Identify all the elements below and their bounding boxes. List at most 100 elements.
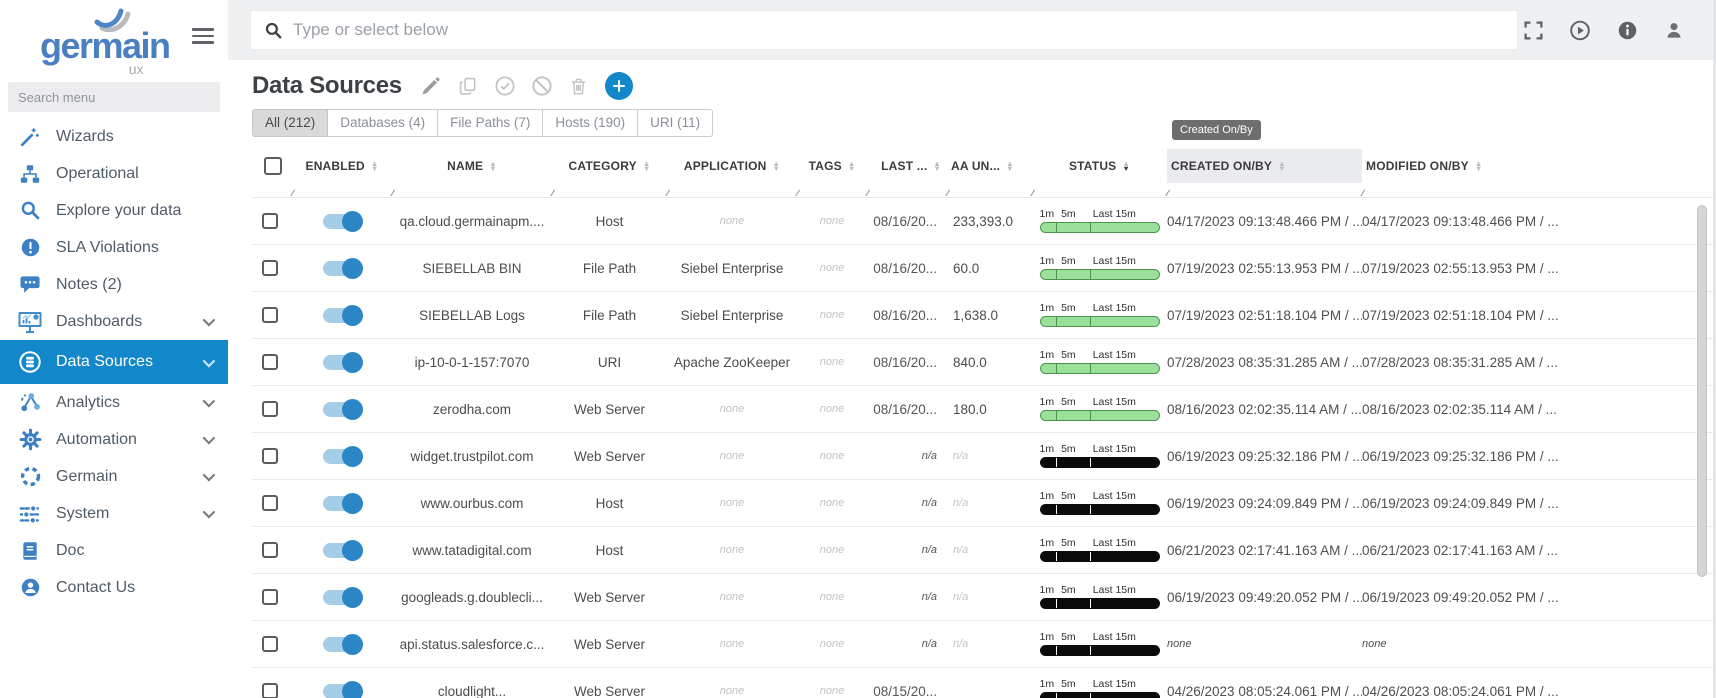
column-resize-handle[interactable]: ∕∕ — [552, 188, 555, 198]
column-header-enabled[interactable]: ENABLED▲▼ — [292, 149, 392, 183]
title-row: Data Sources — [228, 68, 1713, 104]
enabled-toggle[interactable] — [323, 261, 361, 276]
enabled-toggle[interactable] — [323, 684, 361, 698]
tags-cell: none — [797, 198, 867, 244]
hamburger-menu-icon[interactable] — [192, 24, 214, 48]
tab-uri-11[interactable]: URI (11) — [638, 109, 713, 137]
column-resize-handle[interactable]: ∕∕ — [292, 188, 295, 198]
tags-cell: none — [797, 386, 867, 432]
enabled-toggle[interactable] — [323, 590, 361, 605]
column-header-created-on-by[interactable]: CREATED ON/BY▲▼ — [1167, 149, 1362, 183]
column-resize-handle[interactable]: ∕∕ — [797, 188, 800, 198]
row-checkbox[interactable] — [262, 307, 278, 323]
name-cell: widget.trustpilot.com — [392, 433, 552, 479]
status-label-1m: 1m — [1040, 538, 1055, 549]
modified-cell: 06/19/2023 09:25:32.186 PM / ... — [1362, 433, 1713, 479]
sidebar-item-operational[interactable]: Operational — [0, 155, 228, 192]
enabled-toggle[interactable] — [323, 308, 361, 323]
user-icon[interactable] — [1663, 19, 1685, 41]
column-resize-handle[interactable]: ∕∕ — [1032, 188, 1035, 198]
application-cell: none — [667, 621, 797, 667]
sort-icon[interactable]: ▲▼ — [1122, 161, 1130, 172]
sidebar-item-analytics[interactable]: Analytics — [0, 384, 228, 421]
row-checkbox[interactable] — [262, 448, 278, 464]
table-row: SIEBELLAB BINFile PathSiebel Enterprisen… — [252, 244, 1713, 291]
approve-button[interactable] — [494, 75, 516, 97]
sidebar-item-dashboards[interactable]: Dashboards — [0, 303, 228, 340]
enabled-toggle[interactable] — [323, 637, 361, 652]
row-checkbox[interactable] — [262, 636, 278, 652]
row-checkbox[interactable] — [262, 589, 278, 605]
sort-icon[interactable]: ▲▼ — [933, 161, 941, 172]
column-resize-handle[interactable]: ∕∕ — [947, 188, 950, 198]
column-resize-handle[interactable]: ∕∕ — [1167, 188, 1170, 198]
info-icon[interactable] — [1616, 19, 1638, 41]
sort-icon[interactable]: ▲▼ — [371, 161, 379, 172]
column-header-tags[interactable]: TAGS▲▼ — [797, 149, 867, 183]
modified-cell: 04/26/2023 08:05:24.061 PM / ... — [1362, 668, 1713, 698]
add-button[interactable] — [605, 72, 633, 100]
enabled-toggle[interactable] — [323, 496, 361, 511]
sidebar-item-germain[interactable]: Germain — [0, 458, 228, 495]
application-cell: none — [667, 480, 797, 526]
sort-icon[interactable]: ▲▼ — [848, 161, 856, 172]
status-meter: 1m5mLast 15m — [1040, 209, 1160, 234]
disable-button[interactable] — [531, 75, 553, 97]
tab-databases-4[interactable]: Databases (4) — [328, 109, 438, 137]
tab-hosts-190[interactable]: Hosts (190) — [543, 109, 638, 137]
column-header-status[interactable]: STATUS▲▼ — [1032, 149, 1167, 183]
sidebar-item-notes-2[interactable]: Notes (2) — [0, 266, 228, 303]
column-header-last[interactable]: LAST ...▲▼ — [867, 149, 947, 183]
sidebar-item-automation[interactable]: Automation — [0, 421, 228, 458]
tab-file-paths-7[interactable]: File Paths (7) — [438, 109, 543, 137]
sort-icon[interactable]: ▲▼ — [1006, 161, 1014, 172]
sidebar-item-wizards[interactable]: Wizards — [0, 118, 228, 155]
row-checkbox[interactable] — [262, 260, 278, 276]
tab-all-212[interactable]: All (212) — [252, 109, 328, 137]
sidebar-item-system[interactable]: System — [0, 495, 228, 532]
column-resize-handle[interactable]: ∕∕ — [867, 188, 870, 198]
global-search-input[interactable] — [293, 20, 1504, 40]
column-resize-handle[interactable]: ∕∕ — [392, 188, 395, 198]
enabled-toggle[interactable] — [323, 355, 361, 370]
sidebar-item-data-sources[interactable]: Data Sources — [0, 340, 228, 384]
row-checkbox[interactable] — [262, 354, 278, 370]
column-header-modified-on-by[interactable]: MODIFIED ON/BY▲▼ — [1362, 149, 1713, 183]
sidebar-item-sla-violations[interactable]: SLA Violations — [0, 229, 228, 266]
sidebar-item-doc[interactable]: Doc — [0, 532, 228, 569]
enabled-toggle[interactable] — [323, 402, 361, 417]
sort-icon[interactable]: ▲▼ — [773, 161, 781, 172]
sort-icon[interactable]: ▲▼ — [643, 161, 651, 172]
aa-un-cell: n/a — [947, 433, 1032, 479]
column-resize-handle[interactable]: ∕∕ — [667, 188, 670, 198]
status-bar-black — [1040, 457, 1160, 468]
row-checkbox[interactable] — [262, 495, 278, 511]
delete-button[interactable] — [568, 75, 590, 97]
column-resize-handle[interactable]: ∕∕ — [1362, 188, 1365, 198]
column-header-category[interactable]: CATEGORY▲▼ — [552, 149, 667, 183]
column-header-aa-un[interactable]: AA UN...▲▼ — [947, 149, 1032, 183]
sort-icon[interactable]: ▲▼ — [1278, 161, 1286, 172]
sidebar-search-input[interactable] — [8, 82, 220, 112]
enabled-toggle[interactable] — [323, 214, 361, 229]
enabled-toggle[interactable] — [323, 449, 361, 464]
sidebar-item-explore-your-data[interactable]: Explore your data — [0, 192, 228, 229]
run-icon[interactable] — [1569, 19, 1591, 41]
last-cell: 08/15/20... — [867, 668, 947, 698]
fullscreen-icon[interactable] — [1522, 19, 1544, 41]
sort-icon[interactable]: ▲▼ — [489, 161, 497, 172]
row-checkbox[interactable] — [262, 213, 278, 229]
enabled-toggle[interactable] — [323, 543, 361, 558]
row-checkbox[interactable] — [262, 683, 278, 698]
sort-icon[interactable]: ▲▼ — [1475, 161, 1483, 172]
column-header-application[interactable]: APPLICATION▲▼ — [667, 149, 797, 183]
select-all-checkbox[interactable] — [264, 157, 282, 175]
row-checkbox[interactable] — [262, 401, 278, 417]
vertical-scrollbar[interactable] — [1697, 205, 1707, 577]
edit-button[interactable] — [420, 75, 442, 97]
status-bar-green — [1040, 410, 1160, 421]
sidebar-item-contact-us[interactable]: Contact Us — [0, 569, 228, 606]
row-checkbox[interactable] — [262, 542, 278, 558]
column-header-name[interactable]: NAME▲▼ — [392, 149, 552, 183]
copy-button[interactable] — [457, 75, 479, 97]
